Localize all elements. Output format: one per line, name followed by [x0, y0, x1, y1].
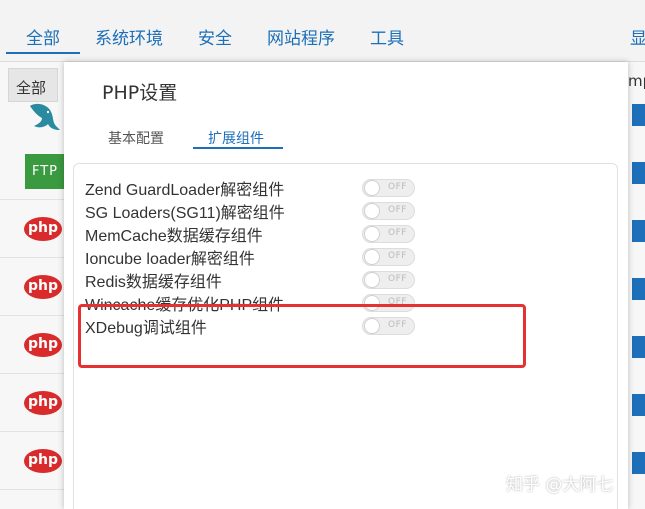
extension-label: Zend GuardLoader解密组件: [85, 182, 285, 199]
action-button[interactable]: [632, 104, 645, 126]
nav-tab-tools[interactable]: 工具: [370, 24, 404, 49]
toggle-state-text: OFF: [388, 274, 407, 284]
extension-label: SG Loaders(SG11)解密组件: [85, 205, 285, 222]
action-button[interactable]: [632, 278, 645, 300]
toggle-knob: [364, 249, 380, 265]
background-right-column: mp: [628, 62, 645, 509]
action-button[interactable]: [632, 220, 645, 242]
table-row: [0, 374, 64, 432]
action-button[interactable]: [632, 336, 645, 358]
table-row: [0, 142, 64, 200]
tab-active-underline: [193, 147, 283, 149]
nav-active-underline: [6, 52, 80, 54]
list-header-all[interactable]: 全部: [8, 68, 58, 102]
nav-tab-security[interactable]: 安全: [198, 24, 232, 49]
toggle-knob: [364, 180, 380, 196]
php-settings-dialog: PHP设置 基本配置 扩展组件 Zend GuardLoader解密组件 OFF…: [64, 62, 628, 509]
toggle-knob: [364, 203, 380, 219]
toggle-state-text: OFF: [388, 182, 407, 192]
extension-row-redis: Redis数据缓存组件 OFF: [85, 268, 605, 291]
table-row: [0, 258, 64, 316]
extension-row-zend-guardloader: Zend GuardLoader解密组件 OFF: [85, 176, 605, 199]
extension-toggle[interactable]: OFF: [362, 202, 415, 220]
extension-label: MemCache数据缓存组件: [85, 228, 263, 245]
table-row: [0, 200, 64, 258]
nav-tab-system-env[interactable]: 系统环境: [95, 24, 163, 49]
toggle-state-text: OFF: [388, 205, 407, 215]
toggle-state-text: OFF: [388, 228, 407, 238]
tab-basic-config[interactable]: 基本配置: [108, 128, 164, 148]
toggle-knob: [364, 272, 380, 288]
extension-toggle[interactable]: OFF: [362, 225, 415, 243]
action-button[interactable]: [632, 162, 645, 184]
watermark-text: 知乎 @大阿七: [506, 475, 614, 495]
nav-tab-display[interactable]: 显: [630, 24, 645, 49]
extension-row-memcache: MemCache数据缓存组件 OFF: [85, 222, 605, 245]
list-header-truncated: mp: [628, 72, 645, 90]
nav-tab-website-programs[interactable]: 网站程序: [267, 24, 335, 49]
extension-label: Redis数据缓存组件: [85, 274, 222, 291]
tab-extensions[interactable]: 扩展组件: [208, 128, 264, 148]
dialog-title: PHP设置: [102, 82, 178, 104]
extension-toggle[interactable]: OFF: [362, 248, 415, 266]
table-row: [0, 316, 64, 374]
red-highlight-box: [78, 304, 526, 368]
extension-row-sg-loaders: SG Loaders(SG11)解密组件 OFF: [85, 199, 605, 222]
extension-label: Ioncube loader解密组件: [85, 251, 255, 268]
top-nav: 全部 系统环境 安全 网站程序 工具 显: [0, 0, 645, 62]
extension-toggle[interactable]: OFF: [362, 179, 415, 197]
action-button[interactable]: [632, 394, 645, 416]
nav-tab-all[interactable]: 全部: [26, 24, 60, 49]
extension-row-ioncube: Ioncube loader解密组件 OFF: [85, 245, 605, 268]
toggle-state-text: OFF: [388, 251, 407, 261]
action-button[interactable]: [632, 452, 645, 474]
mysql-dolphin-icon: [30, 103, 60, 130]
extension-toggle[interactable]: OFF: [362, 271, 415, 289]
toggle-knob: [364, 226, 380, 242]
table-row: [0, 432, 64, 490]
